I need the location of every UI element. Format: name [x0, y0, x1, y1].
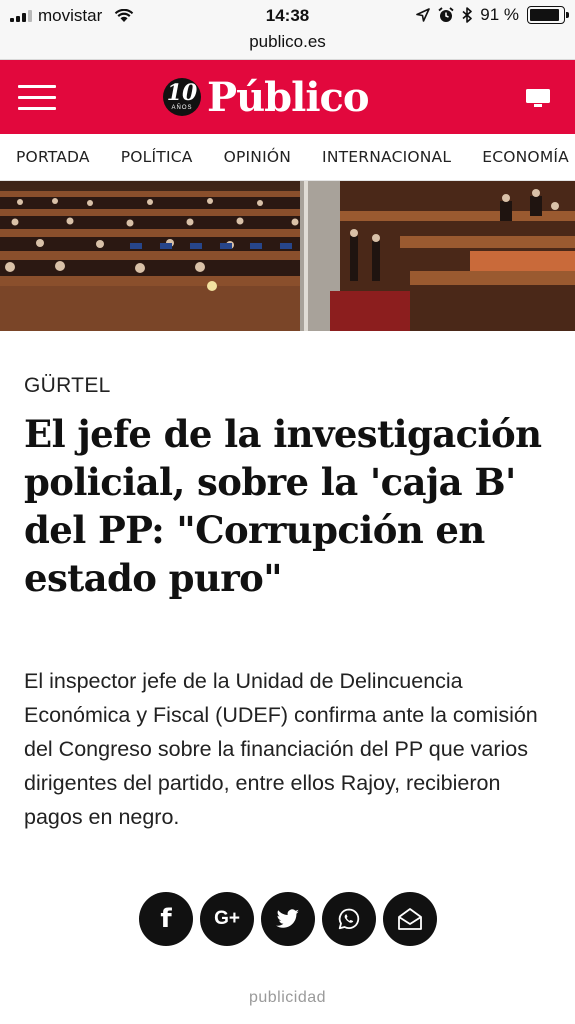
- status-right: 91 %: [416, 5, 569, 25]
- site-header: 10 AÑOS Público: [0, 60, 575, 134]
- bluetooth-icon: [462, 7, 473, 23]
- url-text: publico.es: [249, 32, 326, 51]
- nav-item-portada[interactable]: PORTADA: [16, 148, 90, 166]
- nav-item-opinion[interactable]: OPINIÓN: [224, 148, 291, 166]
- article-headline: El jefe de la investigación policial, so…: [24, 412, 542, 600]
- badge-years: AÑOS: [171, 105, 193, 111]
- google-plus-share-button[interactable]: G+: [200, 892, 254, 946]
- email-icon: [398, 908, 422, 930]
- whatsapp-share-button[interactable]: [322, 892, 376, 946]
- whatsapp-icon: [338, 908, 360, 930]
- parliament-photo: [0, 181, 575, 331]
- google-plus-icon: G+: [214, 908, 240, 929]
- alarm-icon: [438, 7, 454, 22]
- facebook-icon: f: [160, 904, 172, 934]
- badge-number: 10: [166, 80, 198, 106]
- share-bar: f G+: [139, 892, 437, 946]
- battery-icon: [527, 6, 569, 24]
- facebook-share-button[interactable]: f: [139, 892, 193, 946]
- email-share-button[interactable]: [383, 892, 437, 946]
- location-icon: [416, 8, 431, 22]
- hamburger-icon[interactable]: [18, 85, 56, 111]
- nav-item-politica[interactable]: POLÍTICA: [121, 148, 193, 166]
- desktop-icon[interactable]: [525, 88, 551, 108]
- status-bar: movistar 14:38 91 %: [0, 0, 575, 33]
- ad-label: publicidad: [248, 989, 327, 1006]
- section-nav: PORTADA POLÍTICA OPINIÓN INTERNACIONAL E…: [0, 134, 575, 181]
- article-lede: El inspector jefe de la Unidad de Delinc…: [24, 669, 538, 829]
- nav-item-internacional[interactable]: INTERNACIONAL: [322, 148, 451, 166]
- battery-fill: [530, 9, 560, 21]
- logo-text: Público: [207, 73, 370, 121]
- twitter-share-button[interactable]: [261, 892, 315, 946]
- battery-percent: 91 %: [480, 5, 519, 24]
- twitter-icon: [276, 909, 299, 928]
- site-logo[interactable]: 10 AÑOS Público: [163, 72, 370, 122]
- hero-image[interactable]: [0, 181, 575, 331]
- article-kicker[interactable]: GÜRTEL: [24, 374, 111, 398]
- nav-item-economia[interactable]: ECONOMÍA: [482, 148, 569, 166]
- address-bar[interactable]: publico.es: [0, 33, 575, 60]
- anniversary-badge: 10 AÑOS: [163, 78, 201, 116]
